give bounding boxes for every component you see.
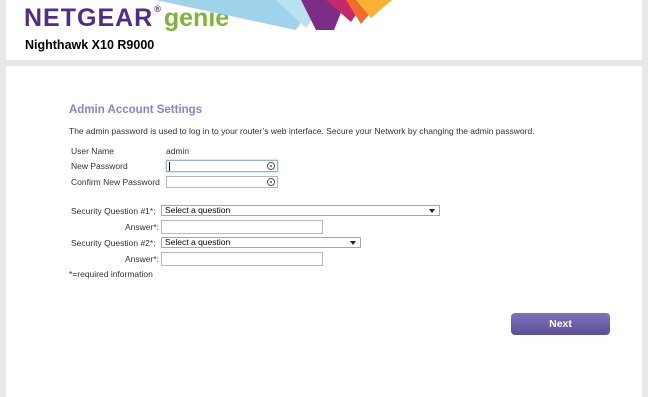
header-banner-graphic: [156, 0, 392, 30]
user-name-value: admin: [166, 146, 190, 156]
next-button[interactable]: Next: [511, 313, 610, 335]
answer-2-label: Answer*:: [124, 254, 159, 264]
admin-settings-panel: Admin Account Settings The admin passwor…: [6, 66, 642, 397]
chevron-down-icon: [350, 241, 356, 245]
security-question-2-value: Select a question: [165, 237, 231, 247]
security-question-1-value: Select a question: [165, 205, 231, 215]
answer-1-label: Answer*:: [124, 222, 159, 232]
page-title: Admin Account Settings: [69, 104, 203, 116]
answer-1-input[interactable]: [161, 220, 323, 234]
answer-2-input[interactable]: [161, 252, 323, 266]
header: NETGEAR®genie® Nighthawk X10 R9000: [6, 0, 642, 60]
eye-icon[interactable]: [267, 178, 275, 186]
new-password-field[interactable]: [166, 160, 278, 172]
eye-icon[interactable]: [267, 162, 275, 170]
required-note: *=required information: [69, 269, 153, 279]
new-password-label: New Password: [71, 161, 128, 171]
security-question-2-select[interactable]: Select a question: [161, 237, 361, 248]
page-description: The admin password is used to log in to …: [69, 126, 535, 136]
confirm-password-label: Confirm New Password: [71, 177, 160, 187]
user-name-label: User Name: [71, 146, 114, 156]
brand-name: NETGEAR: [24, 4, 154, 32]
security-question-1-select[interactable]: Select a question: [161, 205, 440, 216]
confirm-password-field[interactable]: [166, 176, 278, 188]
text-caret: [169, 162, 170, 171]
security-question-1-label: Security Question #1*:: [71, 206, 156, 216]
router-model: Nighthawk X10 R9000: [25, 38, 155, 52]
security-question-2-label: Security Question #2*:: [71, 238, 156, 248]
chevron-down-icon: [429, 209, 435, 213]
